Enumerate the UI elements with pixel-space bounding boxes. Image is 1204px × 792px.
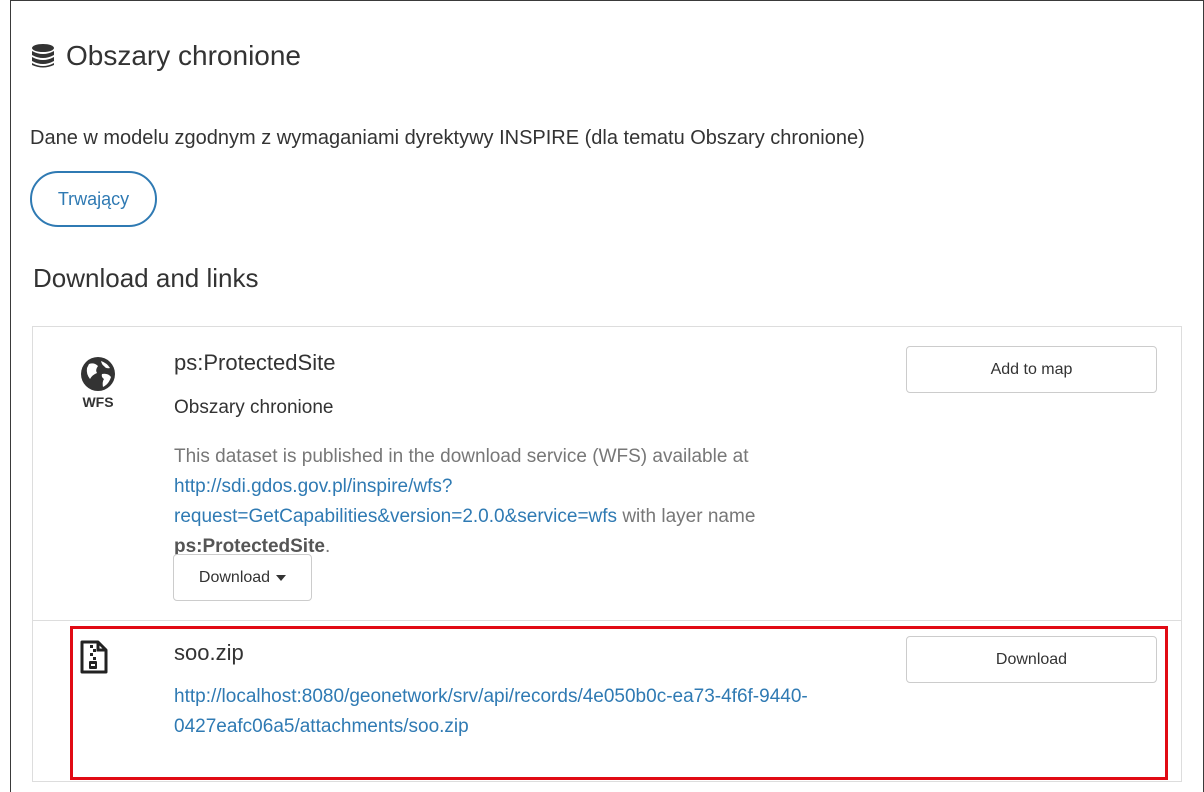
add-to-map-button[interactable]: Add to map [906, 346, 1157, 393]
description-prefix: This dataset is published in the downloa… [174, 446, 749, 467]
download-button[interactable]: Download [906, 636, 1157, 683]
section-title: Download and links [33, 263, 259, 293]
dataset-description: Dane w modelu zgodnym z wymaganiami dyre… [30, 127, 865, 149]
description-middle: with layer name [617, 506, 756, 527]
download-dropdown-label: Download [198, 568, 271, 586]
resource-title: soo.zip [174, 640, 244, 665]
download-dropdown-button[interactable]: Download [173, 554, 312, 601]
description-suffix: . [324, 536, 331, 557]
status-badge: Trwający [30, 171, 157, 227]
globe-icon [81, 357, 115, 391]
resource-description: This dataset is published in the downloa… [174, 442, 874, 562]
attachment-link[interactable]: http://localhost:8080/geonetwork/srv/api… [174, 682, 814, 742]
panel-divider [32, 620, 1182, 621]
resource-subtitle: Obszary chronione [174, 397, 334, 418]
file-zip-icon [80, 640, 108, 674]
database-icon [32, 44, 54, 68]
resource-title: ps:ProtectedSite [174, 350, 336, 375]
page-title: Obszary chronione [66, 40, 302, 71]
wfs-resource-icon: WFS [80, 356, 116, 410]
page-header: Obszary chronione [30, 40, 301, 72]
caret-down-icon [276, 574, 287, 581]
wfs-link[interactable]: http://sdi.gdos.gov.pl/inspire/wfs?reque… [174, 476, 617, 527]
protocol-label: WFS [82, 394, 114, 410]
